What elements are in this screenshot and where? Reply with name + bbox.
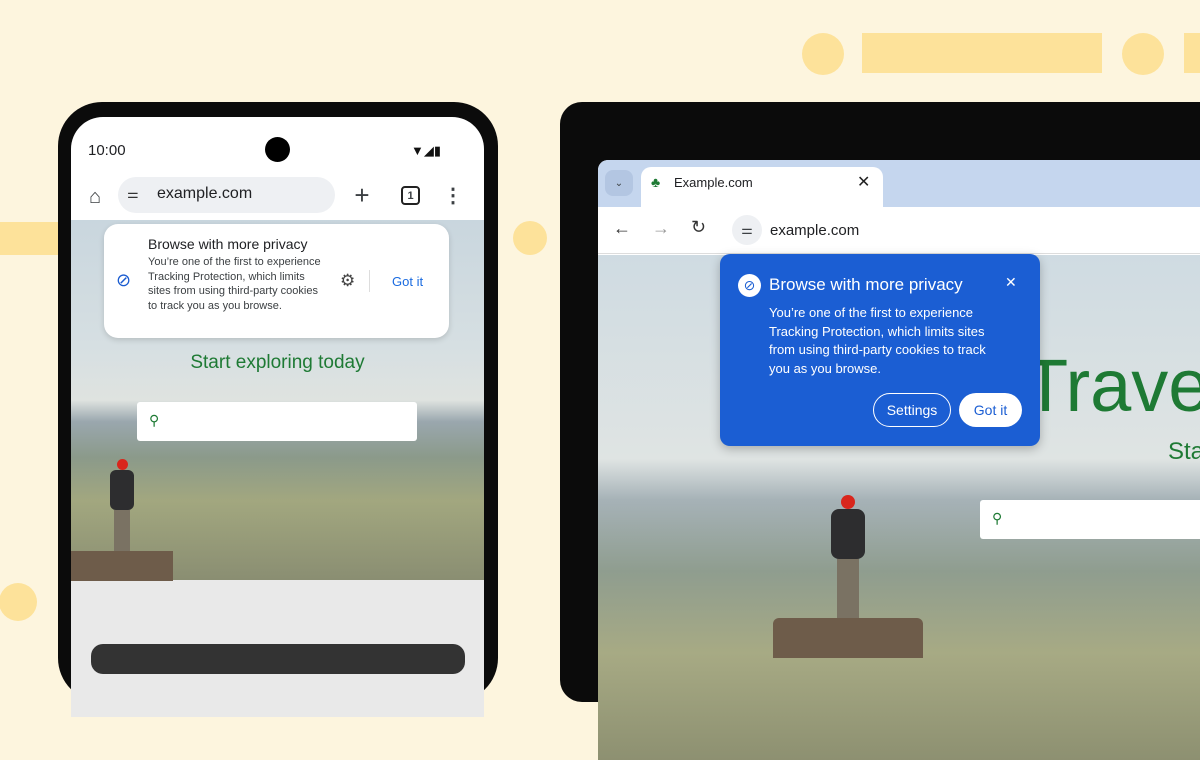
hiker xyxy=(107,459,137,557)
decor-circle xyxy=(0,583,37,621)
phone-screen: 10:00 ▼◢▮ ⌂ ⚌ example.com + 1 ⋮ ⊘ Browse… xyxy=(71,117,484,717)
privacy-popup: ⊘ Browse with more privacy ✕ You’re one … xyxy=(720,254,1040,446)
search-box[interactable]: ⚲ xyxy=(980,500,1200,539)
site-settings-icon[interactable]: ⚌ xyxy=(732,215,762,245)
site-settings-icon[interactable]: ⚌ xyxy=(127,186,139,202)
decor-circle xyxy=(802,33,844,75)
toolbar xyxy=(598,207,1200,254)
tab-title: Example.com xyxy=(674,175,753,190)
laptop-device: ⌄ ♣ Example.com ✕ ← → ↻ ⚌ example.com Tr… xyxy=(560,102,1200,760)
divider xyxy=(369,270,370,292)
got-it-button[interactable]: Got it xyxy=(392,274,423,289)
eye-off-icon: ⊘ xyxy=(116,270,132,290)
favicon-trees-icon: ♣ xyxy=(651,174,661,190)
page-heading: Trave xyxy=(1023,344,1200,427)
search-icon: ⚲ xyxy=(149,412,160,428)
privacy-popup: ⊘ Browse with more privacy You’re one of… xyxy=(104,224,449,338)
popup-body: You’re one of the first to experience Tr… xyxy=(148,256,321,312)
rock-outcrop xyxy=(71,551,173,581)
camera-cutout xyxy=(265,137,290,162)
settings-gear-icon[interactable]: ⚙ xyxy=(340,271,355,291)
tab-search-button[interactable]: ⌄ xyxy=(605,170,633,196)
status-icons: ▼◢▮ xyxy=(411,143,442,158)
settings-button[interactable]: Settings xyxy=(873,393,951,427)
forward-icon[interactable]: → xyxy=(652,218,670,239)
url-text[interactable]: example.com xyxy=(770,222,859,239)
home-icon[interactable]: ⌂ xyxy=(81,183,109,211)
menu-icon[interactable]: ⋮ xyxy=(443,181,463,209)
search-box[interactable]: ⚲ xyxy=(137,402,417,441)
decor-bar xyxy=(1184,33,1200,73)
popup-body: You’re one of the first to experience Tr… xyxy=(769,305,986,376)
status-time: 10:00 xyxy=(88,142,126,159)
url-text: example.com xyxy=(157,185,253,202)
new-tab-icon[interactable]: + xyxy=(348,180,376,210)
eye-off-icon: ⊘ xyxy=(738,274,761,297)
back-icon[interactable]: ← xyxy=(613,218,631,239)
popup-title: Browse with more privacy xyxy=(769,275,963,294)
close-icon[interactable]: ✕ xyxy=(1005,274,1017,291)
popup-title: Browse with more privacy xyxy=(148,236,308,252)
content-card xyxy=(91,644,465,674)
decor-circle xyxy=(1122,33,1164,75)
page-subheading: Sta xyxy=(1168,438,1200,465)
decor-bar xyxy=(862,33,1102,73)
got-it-button[interactable]: Got it xyxy=(959,393,1022,427)
decor-bar xyxy=(0,222,60,255)
omnibox[interactable]: ⚌ example.com xyxy=(118,177,335,213)
reload-icon[interactable]: ↻ xyxy=(691,217,706,238)
rock-outcrop xyxy=(773,618,923,658)
hiker xyxy=(828,495,868,625)
page-heading: Start exploring today xyxy=(190,352,365,373)
search-icon: ⚲ xyxy=(992,510,1003,526)
phone-device: 10:00 ▼◢▮ ⌂ ⚌ example.com + 1 ⋮ ⊘ Browse… xyxy=(58,102,498,717)
decor-circle xyxy=(513,221,547,255)
tab-example[interactable]: ♣ Example.com ✕ xyxy=(641,167,883,209)
tab-switcher-button[interactable]: 1 xyxy=(401,186,420,205)
tab-close-icon[interactable]: ✕ xyxy=(857,172,870,192)
laptop-screen: ⌄ ♣ Example.com ✕ ← → ↻ ⚌ example.com Tr… xyxy=(598,160,1200,760)
